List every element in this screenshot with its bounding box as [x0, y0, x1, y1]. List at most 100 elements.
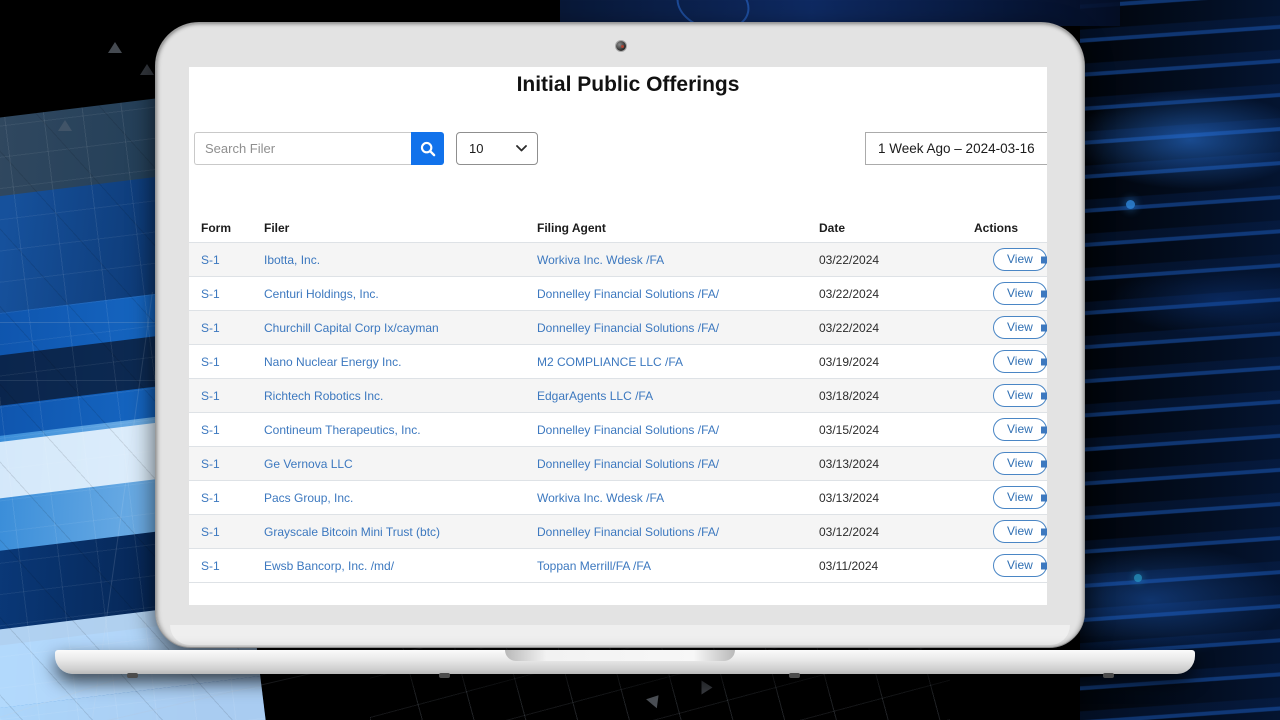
- table-row: S-1 Richtech Robotics Inc. EdgarAgents L…: [189, 379, 1047, 413]
- filer-link[interactable]: Richtech Robotics Inc.: [264, 389, 383, 403]
- form-link[interactable]: S-1: [201, 423, 220, 437]
- form-link[interactable]: S-1: [201, 491, 220, 505]
- background-node-dot: [1126, 200, 1135, 209]
- date-cell: 03/22/2024: [819, 287, 974, 301]
- agent-link[interactable]: Donnelley Financial Solutions /FA/: [537, 287, 719, 301]
- agent-link[interactable]: Workiva Inc. Wdesk /FA: [537, 253, 664, 267]
- view-button[interactable]: View: [993, 282, 1047, 304]
- browser-page: Initial Public Offerings 10 1: [189, 67, 1047, 605]
- date-cell: 03/19/2024: [819, 355, 974, 369]
- date-cell: 03/13/2024: [819, 491, 974, 505]
- page-size-value: 10: [469, 141, 516, 156]
- laptop-base: [55, 650, 1195, 674]
- chevron-down-icon: [516, 145, 527, 152]
- view-button[interactable]: View: [993, 486, 1047, 508]
- background-triangle: [58, 120, 72, 131]
- table-row: S-1 Pacs Group, Inc. Workiva Inc. Wdesk …: [189, 481, 1047, 515]
- laptop-base-notch: [505, 650, 735, 661]
- view-button[interactable]: View: [993, 248, 1047, 270]
- form-link[interactable]: S-1: [201, 287, 220, 301]
- clipped-action-button[interactable]: [1041, 392, 1047, 399]
- header-date: Date: [819, 221, 974, 235]
- form-link[interactable]: S-1: [201, 525, 220, 539]
- background-blue-streaks: [1080, 0, 1280, 720]
- laptop-foot: [439, 673, 450, 678]
- clipped-action-button[interactable]: [1041, 460, 1047, 467]
- form-link[interactable]: S-1: [201, 457, 220, 471]
- filer-link[interactable]: Grayscale Bitcoin Mini Trust (btc): [264, 525, 440, 539]
- search-input[interactable]: [194, 132, 411, 165]
- table-row: S-1 Grayscale Bitcoin Mini Trust (btc) D…: [189, 515, 1047, 549]
- background-triangle: [140, 64, 154, 75]
- date-cell: 03/13/2024: [819, 457, 974, 471]
- clipped-action-button[interactable]: [1041, 562, 1047, 569]
- clipped-action-button[interactable]: [1041, 290, 1047, 297]
- table-row: S-1 Contineum Therapeutics, Inc. Donnell…: [189, 413, 1047, 447]
- table-header-row: Form Filer Filing Agent Date Actions: [189, 213, 1047, 243]
- filer-link[interactable]: Centuri Holdings, Inc.: [264, 287, 379, 301]
- laptop-foot: [1103, 673, 1114, 678]
- form-link[interactable]: S-1: [201, 321, 220, 335]
- agent-link[interactable]: M2 COMPLIANCE LLC /FA: [537, 355, 683, 369]
- page-title: Initial Public Offerings: [199, 73, 1047, 97]
- filer-link[interactable]: Ibotta, Inc.: [264, 253, 320, 267]
- date-cell: 03/18/2024: [819, 389, 974, 403]
- header-form: Form: [201, 221, 264, 235]
- table-row: S-1 Ibotta, Inc. Workiva Inc. Wdesk /FA …: [189, 243, 1047, 277]
- background-triangle: [108, 42, 122, 53]
- view-button[interactable]: View: [993, 316, 1047, 338]
- form-link[interactable]: S-1: [201, 389, 220, 403]
- table-row: S-1 Nano Nuclear Energy Inc. M2 COMPLIAN…: [189, 345, 1047, 379]
- form-link[interactable]: S-1: [201, 253, 220, 267]
- clipped-action-button[interactable]: [1041, 358, 1047, 365]
- header-filer: Filer: [264, 221, 537, 235]
- form-link[interactable]: S-1: [201, 559, 220, 573]
- agent-link[interactable]: Donnelley Financial Solutions /FA/: [537, 423, 719, 437]
- table-row: S-1 Ge Vernova LLC Donnelley Financial S…: [189, 447, 1047, 481]
- agent-link[interactable]: EdgarAgents LLC /FA: [537, 389, 653, 403]
- clipped-action-button[interactable]: [1041, 528, 1047, 535]
- header-agent: Filing Agent: [537, 221, 819, 235]
- agent-link[interactable]: Workiva Inc. Wdesk /FA: [537, 491, 664, 505]
- agent-link[interactable]: Donnelley Financial Solutions /FA/: [537, 321, 719, 335]
- form-link[interactable]: S-1: [201, 355, 220, 369]
- date-range-button[interactable]: 1 Week Ago – 2024-03-16: [865, 132, 1047, 165]
- filer-link[interactable]: Ewsb Bancorp, Inc. /md/: [264, 559, 394, 573]
- view-button[interactable]: View: [993, 554, 1047, 576]
- filer-link[interactable]: Ge Vernova LLC: [264, 457, 353, 471]
- date-cell: 03/22/2024: [819, 321, 974, 335]
- search-bar: [194, 132, 444, 165]
- view-button[interactable]: View: [993, 384, 1047, 406]
- view-button[interactable]: View: [993, 452, 1047, 474]
- filer-link[interactable]: Nano Nuclear Energy Inc.: [264, 355, 401, 369]
- date-cell: 03/15/2024: [819, 423, 974, 437]
- clipped-action-button[interactable]: [1041, 256, 1047, 263]
- agent-link[interactable]: Donnelley Financial Solutions /FA/: [537, 525, 719, 539]
- laptop-hinge: [170, 625, 1070, 645]
- page-size-select[interactable]: 10: [456, 132, 538, 165]
- laptop-foot: [789, 673, 800, 678]
- agent-link[interactable]: Donnelley Financial Solutions /FA/: [537, 457, 719, 471]
- date-cell: 03/22/2024: [819, 253, 974, 267]
- clipped-action-button[interactable]: [1041, 324, 1047, 331]
- filer-link[interactable]: Contineum Therapeutics, Inc.: [264, 423, 421, 437]
- background-grid-lines: [370, 636, 950, 720]
- filer-link[interactable]: Churchill Capital Corp Ix/cayman: [264, 321, 439, 335]
- view-button[interactable]: View: [993, 350, 1047, 372]
- date-range-label: 1 Week Ago – 2024-03-16: [878, 141, 1035, 156]
- date-cell: 03/11/2024: [819, 559, 974, 573]
- table-row: S-1 Ewsb Bancorp, Inc. /md/ Toppan Merri…: [189, 549, 1047, 583]
- view-button[interactable]: View: [993, 418, 1047, 440]
- view-button[interactable]: View: [993, 520, 1047, 542]
- filer-link[interactable]: Pacs Group, Inc.: [264, 491, 353, 505]
- laptop-foot: [127, 673, 138, 678]
- search-icon: [419, 140, 437, 158]
- table-row: S-1 Centuri Holdings, Inc. Donnelley Fin…: [189, 277, 1047, 311]
- search-button[interactable]: [411, 132, 444, 165]
- clipped-action-button[interactable]: [1041, 426, 1047, 433]
- laptop-frame: Initial Public Offerings 10 1: [155, 22, 1085, 648]
- table-row: S-1 Churchill Capital Corp Ix/cayman Don…: [189, 311, 1047, 345]
- clipped-action-button[interactable]: [1041, 494, 1047, 501]
- table-body: S-1 Ibotta, Inc. Workiva Inc. Wdesk /FA …: [189, 243, 1047, 583]
- agent-link[interactable]: Toppan Merrill/FA /FA: [537, 559, 651, 573]
